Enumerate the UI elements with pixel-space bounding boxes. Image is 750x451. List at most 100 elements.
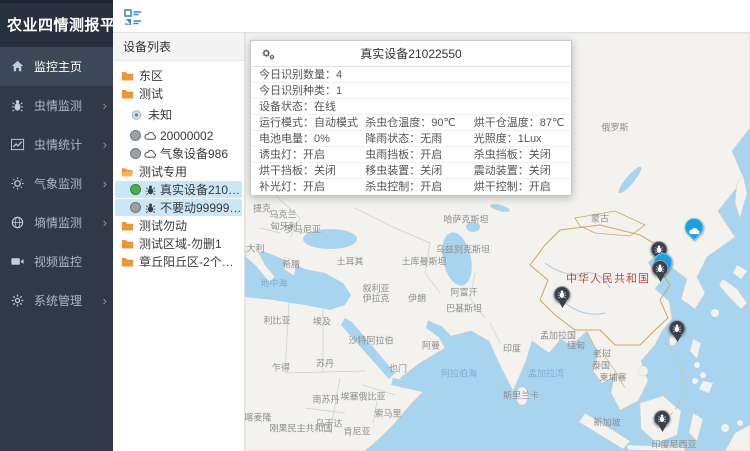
chevron-right-icon: ›: [103, 216, 107, 229]
tree-item-label: 东区: [139, 67, 163, 84]
popup-field: 杀虫控制：开启: [365, 179, 473, 195]
pin-tail: [558, 301, 566, 308]
popup-grid-row: 烘干挡板：关闭移虫装置：关闭震动装置：关闭: [251, 163, 571, 179]
tree-item-label: 测试: [139, 85, 163, 102]
sidebar-item-label: 虫情统计: [34, 136, 103, 153]
sidebar-item-4[interactable]: 气象监测›: [0, 164, 113, 203]
home-icon: [10, 59, 25, 74]
device-tree-folder[interactable]: 测试专用: [115, 163, 242, 180]
weather-pin-icon: [681, 214, 708, 241]
device-tree-folder[interactable]: 测试勿动: [115, 217, 242, 234]
sidebar-item-label: 监控主页: [34, 58, 107, 75]
popup-field: 杀虫挡板：关闭: [474, 147, 571, 162]
device-tree-folder[interactable]: 东区: [115, 67, 242, 84]
globe-icon: [10, 215, 25, 230]
device-tree-device[interactable]: 20000002: [115, 127, 242, 144]
device-tree-device[interactable]: 真实设备21022550: [115, 181, 242, 198]
chevron-right-icon: ›: [103, 99, 107, 112]
popup-grid-row: 电池电量：0%降雨状态：无雨光照度：1Lux: [251, 131, 571, 147]
insect-device-marker[interactable]: [652, 260, 669, 282]
popup-summary-row: 设备状态：在线: [251, 99, 571, 115]
tree-item-label: 章丘阳丘区-2个摄像头: [139, 253, 242, 270]
popup-grid-row: 诱虫灯：开启虫雨挡板：开启杀虫挡板：关闭: [251, 147, 571, 163]
tree-item-label: 测试专用: [139, 163, 187, 180]
insect-device-marker[interactable]: [654, 410, 671, 432]
popup-field: 烘干控制：开启: [474, 179, 571, 195]
video-icon: [10, 254, 25, 269]
tree-item-label: 气象设备986: [160, 145, 228, 162]
popup-grid-row: 运行模式：自动模式杀虫仓温度：90℃烘干仓温度：87℃: [251, 115, 571, 131]
cloud-device-icon: [144, 130, 157, 142]
sidebar-item-label: 墒情监测: [34, 214, 103, 231]
chevron-right-icon: ›: [103, 138, 107, 151]
sidebar-item-2[interactable]: 虫情监测›: [0, 86, 113, 125]
bug-device-icon: [144, 184, 157, 196]
sidebar-item-5[interactable]: 墒情监测›: [0, 203, 113, 242]
app-title: 农业四情测报平台: [0, 0, 113, 47]
popup-field: 震动装置：关闭: [474, 163, 571, 178]
pin-tail: [658, 425, 666, 432]
sidebar-item-label: 虫情监测: [34, 97, 103, 114]
popup-field: 虫雨挡板：开启: [365, 147, 473, 162]
cogs-icon[interactable]: [260, 46, 276, 62]
sidebar-item-label: 视频监控: [34, 253, 107, 270]
cloud-device-icon: [144, 148, 157, 160]
bug-device-icon: [144, 202, 157, 214]
tree-item-label: 不要动99999999: [160, 199, 242, 216]
popup-header: 真实设备21022550: [251, 41, 571, 67]
status-dot-green: [130, 184, 141, 195]
gear-icon: [10, 293, 25, 308]
topbar: [113, 0, 750, 33]
tree-item-label: 真实设备21022550: [160, 181, 242, 198]
sidebar-item-7[interactable]: 系统管理›: [0, 281, 113, 320]
bug-icon: [10, 98, 25, 113]
status-dot-gray: [130, 130, 141, 141]
sidebar-menu: 监控主页虫情监测›虫情统计›气象监测›墒情监测›视频监控系统管理›: [0, 47, 113, 320]
popup-field: 烘干仓温度：87℃: [474, 115, 571, 130]
device-tree-device[interactable]: 气象设备986: [115, 145, 242, 162]
tree-item-label: 测试区域-勿删1: [139, 235, 222, 252]
device-panel: 设备列表 东区测试未知20000002气象设备986测试专用真实设备210225…: [113, 33, 245, 451]
insect-device-marker[interactable]: [669, 320, 686, 342]
popup-field: 诱虫灯：开启: [251, 147, 365, 162]
sidebar-item-1[interactable]: 监控主页: [0, 47, 113, 86]
weather-icon: [10, 176, 25, 191]
status-dot-gray: [130, 148, 141, 159]
folder-icon: [121, 88, 134, 100]
device-tree-folder[interactable]: 测试: [115, 85, 242, 102]
device-info-popup: 真实设备21022550 今日识别数量：4今日识别种类：1设备状态：在线运行模式…: [250, 40, 572, 196]
folder-icon: [121, 220, 134, 232]
popup-grid-row: 补光灯：开启杀虫控制：开启烘干控制：开启: [251, 179, 571, 195]
sidebar-item-3[interactable]: 虫情统计›: [0, 125, 113, 164]
folder-icon: [121, 70, 134, 82]
popup-field: 补光灯：开启: [251, 179, 365, 195]
status-dot-gray: [130, 202, 141, 213]
folder-icon: [121, 238, 134, 250]
insect-device-marker[interactable]: [554, 286, 571, 308]
popup-title: 真实设备21022550: [360, 45, 461, 62]
sidebar-item-6[interactable]: 视频监控: [0, 242, 113, 281]
popup-body: 今日识别数量：4今日识别种类：1设备状态：在线运行模式：自动模式杀虫仓温度：90…: [251, 67, 571, 195]
popup-field: 烘干挡板：关闭: [251, 163, 365, 178]
sidebar-item-label: 系统管理: [34, 292, 103, 309]
device-tree-folder[interactable]: 未知: [115, 106, 242, 123]
device-tree-folder[interactable]: 章丘阳丘区-2个摄像头: [115, 253, 242, 270]
tree-item-label: 测试勿动: [139, 217, 187, 234]
device-tree-folder[interactable]: 测试区域-勿删1: [115, 235, 242, 252]
device-tree: 东区测试未知 20000002 气象设备986测试专用真实设备21022550不要动…: [113, 61, 244, 270]
tree-item-label: 20000002: [160, 129, 213, 143]
device-tree-device[interactable]: 不要动99999999: [115, 199, 242, 216]
popup-summary-row: 今日识别数量：4: [251, 67, 571, 83]
popup-field: 电池电量：0%: [251, 131, 365, 146]
pin-tail: [673, 335, 681, 342]
folder-open-icon: [121, 166, 134, 178]
popup-field: 光照度：1Lux: [474, 131, 571, 146]
popup-summary-row: 今日识别种类：1: [251, 83, 571, 99]
chevron-right-icon: ›: [103, 294, 107, 307]
tree-item-label: 未知: [148, 106, 172, 123]
popup-field: 移虫装置：关闭: [365, 163, 473, 178]
popup-field: 降雨状态：无雨: [365, 131, 473, 146]
pin-tail: [656, 275, 664, 282]
weather-device-marker[interactable]: [685, 218, 704, 237]
popup-field: 杀虫仓温度：90℃: [365, 115, 473, 130]
